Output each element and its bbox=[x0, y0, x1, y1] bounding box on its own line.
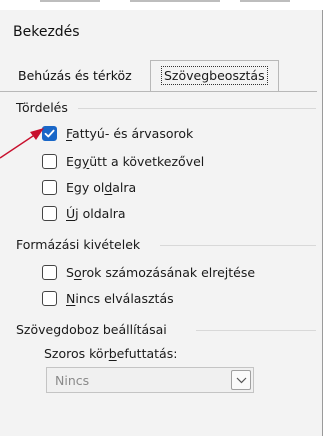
tight-wrap-dropdown[interactable]: Nincs bbox=[46, 367, 254, 393]
tab-strip: Behúzás és térköz Szövegbeosztás bbox=[0, 60, 323, 92]
checkbox-widow-orphan-control[interactable]: Fattyú- és árvasorok bbox=[42, 123, 193, 143]
annotation-arrow-icon bbox=[0, 128, 44, 159]
group-title-formatting-exceptions: Formázási kivételek bbox=[16, 237, 141, 252]
tab-label: Szövegbeosztás bbox=[161, 66, 268, 85]
checkbox-suppress-line-numbers[interactable]: Sorok számozásának elrejtése bbox=[42, 262, 255, 282]
checkbox-label: Nincs elválasztás bbox=[66, 290, 174, 306]
dialog-title: Bekezdés bbox=[13, 24, 80, 40]
checkbox-dont-hyphenate[interactable]: Nincs elválasztás bbox=[42, 288, 174, 308]
tab-indents-spacing[interactable]: Behúzás és térköz bbox=[18, 68, 132, 83]
checkbox-box[interactable] bbox=[42, 205, 57, 221]
checkbox-label: Új oldalra bbox=[66, 205, 126, 221]
checkbox-box[interactable] bbox=[42, 264, 57, 280]
group-title-pagination: Tördelés bbox=[16, 100, 68, 115]
checkbox-box[interactable] bbox=[42, 179, 57, 195]
tight-wrap-value: Nincs bbox=[55, 373, 90, 388]
checkbox-keep-lines-together[interactable]: Egy oldalra bbox=[42, 177, 136, 197]
checkbox-box[interactable] bbox=[42, 290, 57, 306]
tight-wrap-label: Szoros körbefuttatás: bbox=[44, 346, 178, 361]
checkbox-keep-with-next[interactable]: Együtt a következővel bbox=[42, 151, 204, 171]
checkbox-label: Fattyú- és árvasorok bbox=[66, 125, 194, 141]
checkbox-label: Sorok számozásának elrejtése bbox=[66, 264, 256, 280]
group-title-textbox-options: Szövegdoboz beállításai bbox=[16, 322, 167, 337]
chevron-down-icon[interactable] bbox=[231, 370, 251, 390]
checkbox-label: Egy oldalra bbox=[66, 179, 137, 195]
checkbox-label: Együtt a következővel bbox=[66, 153, 205, 169]
tab-line-page-breaks[interactable]: Szövegbeosztás bbox=[150, 60, 279, 91]
checkbox-page-break-before[interactable]: Új oldalra bbox=[42, 203, 126, 223]
